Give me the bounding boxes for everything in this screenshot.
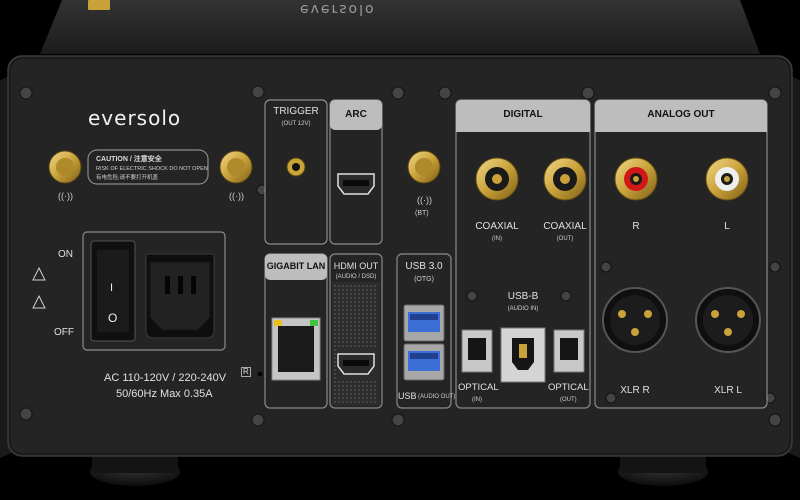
digital-title: DIGITAL <box>503 109 543 120</box>
wifi-icon-bt: ((·)) <box>417 195 432 205</box>
antenna-left <box>48 150 82 184</box>
optical-in-label: OPTICAL <box>458 382 499 393</box>
coax-out-label: COAXIAL <box>543 221 587 232</box>
xlr-r-label: XLR R <box>620 385 650 396</box>
reset-label: R <box>241 367 251 377</box>
wifi-icon-right: ((·)) <box>229 191 244 201</box>
hdmi-out-title: HDMI OUT <box>333 261 379 271</box>
arc-title: ARC <box>345 109 367 120</box>
coax-in-label: COAXIAL <box>475 221 519 232</box>
usb-bottom-sub: (AUDIO OUT) <box>418 394 456 400</box>
analog-title: ANALOG OUT <box>647 109 715 120</box>
brand-logo: eversolo <box>88 106 182 130</box>
usb-b-label: USB-B <box>507 291 539 302</box>
caution-line2: 有电危险,请不要打开机盖 <box>96 175 159 181</box>
rca-r-label: R <box>632 221 640 232</box>
power-rating-1: AC 110-120V / 220-240V <box>104 372 227 384</box>
coaxial-out-jack <box>543 157 587 201</box>
optical-out-sub: (OUT) <box>560 397 577 403</box>
trigger-jack <box>286 157 306 177</box>
power-rating-2: 50/60Hz Max 0.35A <box>116 388 213 400</box>
rca-r-jack <box>614 157 658 201</box>
hdmi-out-sub: (AUDIO / DSD) <box>335 274 377 280</box>
power-off-label: OFF <box>54 327 74 338</box>
coax-in-sub: (IN) <box>492 236 502 242</box>
usb-bottom-label: USB <box>398 391 417 401</box>
usb-a-port-1 <box>403 304 445 342</box>
switch-off-mark[interactable]: O <box>108 312 117 324</box>
reset-hole <box>257 371 263 377</box>
caution-line1: RISK OF ELECTRIC SHOCK DO NOT OPEN <box>96 166 208 172</box>
usb-title: USB 3.0 <box>405 261 443 272</box>
top-badge <box>88 0 110 10</box>
hdmi-out-grille <box>332 282 380 406</box>
usb-b-sub: (AUDIO IN) <box>507 306 539 312</box>
usb-b-port <box>500 327 546 383</box>
antenna-bt <box>407 150 441 184</box>
coax-out-sub: (OUT) <box>556 236 574 242</box>
trigger-sub: (OUT 12V) <box>281 121 311 127</box>
coaxial-in-jack <box>475 157 519 201</box>
gigabit-title: GIGABIT LAN <box>266 261 326 271</box>
iec-socket <box>145 253 215 339</box>
optical-out-port <box>553 329 585 373</box>
usb-a-port-2 <box>403 343 445 381</box>
usb-sub: (OTG) <box>414 276 434 283</box>
wifi-icon-left: ((·)) <box>58 191 73 201</box>
hdmi-out-port <box>337 353 375 375</box>
caution-title: CAUTION / 注意安全 <box>96 156 162 163</box>
device-rear-panel <box>0 0 800 486</box>
rca-l-label: L <box>724 221 730 232</box>
ethernet-port <box>271 317 321 381</box>
antenna-right <box>219 150 253 184</box>
optical-in-sub: (IN) <box>472 397 482 403</box>
bt-label: (BT) <box>415 210 429 217</box>
top-logo: eversolo <box>300 1 376 17</box>
xlr-l-label: XLR L <box>714 385 742 396</box>
power-on-label: ON <box>58 249 73 260</box>
optical-in-port <box>461 329 493 373</box>
arc-hdmi-port <box>337 173 375 195</box>
trigger-title: TRIGGER <box>273 106 319 117</box>
optical-out-label: OPTICAL <box>548 382 589 393</box>
xlr-r-connector <box>602 287 668 353</box>
rca-l-jack <box>705 157 749 201</box>
switch-on-mark[interactable]: I <box>110 283 113 294</box>
xlr-l-connector <box>695 287 761 353</box>
top-cover <box>40 0 760 54</box>
